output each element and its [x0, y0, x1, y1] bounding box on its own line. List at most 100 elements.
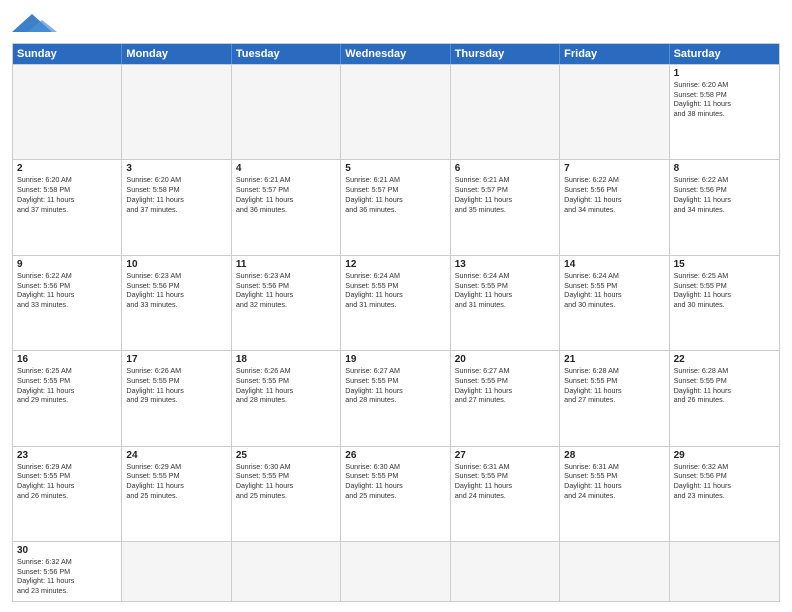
cell-info: Sunrise: 6:28 AM Sunset: 5:55 PM Dayligh… — [674, 366, 775, 405]
calendar-cell-5-1 — [122, 542, 231, 601]
day-number: 9 — [17, 259, 117, 270]
cell-info: Sunrise: 6:31 AM Sunset: 5:55 PM Dayligh… — [564, 462, 664, 501]
cell-info: Sunrise: 6:31 AM Sunset: 5:55 PM Dayligh… — [455, 462, 555, 501]
cell-info: Sunrise: 6:21 AM Sunset: 5:57 PM Dayligh… — [455, 175, 555, 214]
day-number: 15 — [674, 259, 775, 270]
day-number: 12 — [345, 259, 445, 270]
calendar-cell-4-3: 26Sunrise: 6:30 AM Sunset: 5:55 PM Dayli… — [341, 447, 450, 541]
page: SundayMondayTuesdayWednesdayThursdayFrid… — [0, 0, 792, 612]
calendar-row-4: 23Sunrise: 6:29 AM Sunset: 5:55 PM Dayli… — [13, 446, 779, 541]
calendar-cell-1-6: 8Sunrise: 6:22 AM Sunset: 5:56 PM Daylig… — [670, 160, 779, 254]
cell-info: Sunrise: 6:30 AM Sunset: 5:55 PM Dayligh… — [345, 462, 445, 501]
day-number: 25 — [236, 450, 336, 461]
day-number: 10 — [126, 259, 226, 270]
calendar-cell-0-0 — [13, 65, 122, 159]
weekday-header-wednesday: Wednesday — [341, 44, 450, 64]
calendar-cell-5-3 — [341, 542, 450, 601]
day-number: 4 — [236, 163, 336, 174]
cell-info: Sunrise: 6:20 AM Sunset: 5:58 PM Dayligh… — [126, 175, 226, 214]
cell-info: Sunrise: 6:23 AM Sunset: 5:56 PM Dayligh… — [126, 271, 226, 310]
calendar-cell-2-4: 13Sunrise: 6:24 AM Sunset: 5:55 PM Dayli… — [451, 256, 560, 350]
calendar-body: 1Sunrise: 6:20 AM Sunset: 5:58 PM Daylig… — [13, 64, 779, 601]
calendar-cell-1-0: 2Sunrise: 6:20 AM Sunset: 5:58 PM Daylig… — [13, 160, 122, 254]
weekday-header-friday: Friday — [560, 44, 669, 64]
logo-icon — [12, 14, 72, 32]
calendar-cell-4-4: 27Sunrise: 6:31 AM Sunset: 5:55 PM Dayli… — [451, 447, 560, 541]
day-number: 14 — [564, 259, 664, 270]
calendar-cell-3-0: 16Sunrise: 6:25 AM Sunset: 5:55 PM Dayli… — [13, 351, 122, 445]
cell-info: Sunrise: 6:22 AM Sunset: 5:56 PM Dayligh… — [564, 175, 664, 214]
day-number: 27 — [455, 450, 555, 461]
cell-info: Sunrise: 6:24 AM Sunset: 5:55 PM Dayligh… — [455, 271, 555, 310]
calendar-cell-3-6: 22Sunrise: 6:28 AM Sunset: 5:55 PM Dayli… — [670, 351, 779, 445]
calendar-cell-0-1 — [122, 65, 231, 159]
calendar-cell-5-2 — [232, 542, 341, 601]
calendar-cell-4-6: 29Sunrise: 6:32 AM Sunset: 5:56 PM Dayli… — [670, 447, 779, 541]
calendar-row-0: 1Sunrise: 6:20 AM Sunset: 5:58 PM Daylig… — [13, 64, 779, 159]
header — [12, 10, 780, 37]
day-number: 23 — [17, 450, 117, 461]
calendar-row-3: 16Sunrise: 6:25 AM Sunset: 5:55 PM Dayli… — [13, 350, 779, 445]
cell-info: Sunrise: 6:24 AM Sunset: 5:55 PM Dayligh… — [345, 271, 445, 310]
day-number: 22 — [674, 354, 775, 365]
weekday-header-thursday: Thursday — [451, 44, 560, 64]
day-number: 29 — [674, 450, 775, 461]
day-number: 21 — [564, 354, 664, 365]
day-number: 2 — [17, 163, 117, 174]
calendar-cell-3-3: 19Sunrise: 6:27 AM Sunset: 5:55 PM Dayli… — [341, 351, 450, 445]
day-number: 30 — [17, 545, 117, 556]
day-number: 5 — [345, 163, 445, 174]
calendar-cell-1-3: 5Sunrise: 6:21 AM Sunset: 5:57 PM Daylig… — [341, 160, 450, 254]
day-number: 7 — [564, 163, 664, 174]
day-number: 6 — [455, 163, 555, 174]
weekday-header-saturday: Saturday — [670, 44, 779, 64]
calendar-cell-2-6: 15Sunrise: 6:25 AM Sunset: 5:55 PM Dayli… — [670, 256, 779, 350]
cell-info: Sunrise: 6:21 AM Sunset: 5:57 PM Dayligh… — [236, 175, 336, 214]
cell-info: Sunrise: 6:24 AM Sunset: 5:55 PM Dayligh… — [564, 271, 664, 310]
cell-info: Sunrise: 6:23 AM Sunset: 5:56 PM Dayligh… — [236, 271, 336, 310]
day-number: 11 — [236, 259, 336, 270]
cell-info: Sunrise: 6:21 AM Sunset: 5:57 PM Dayligh… — [345, 175, 445, 214]
weekday-header-monday: Monday — [122, 44, 231, 64]
cell-info: Sunrise: 6:29 AM Sunset: 5:55 PM Dayligh… — [17, 462, 117, 501]
cell-info: Sunrise: 6:25 AM Sunset: 5:55 PM Dayligh… — [674, 271, 775, 310]
cell-info: Sunrise: 6:25 AM Sunset: 5:55 PM Dayligh… — [17, 366, 117, 405]
calendar-cell-1-5: 7Sunrise: 6:22 AM Sunset: 5:56 PM Daylig… — [560, 160, 669, 254]
day-number: 20 — [455, 354, 555, 365]
calendar-cell-4-0: 23Sunrise: 6:29 AM Sunset: 5:55 PM Dayli… — [13, 447, 122, 541]
calendar-cell-3-2: 18Sunrise: 6:26 AM Sunset: 5:55 PM Dayli… — [232, 351, 341, 445]
calendar-cell-3-5: 21Sunrise: 6:28 AM Sunset: 5:55 PM Dayli… — [560, 351, 669, 445]
calendar-cell-5-5 — [560, 542, 669, 601]
cell-info: Sunrise: 6:28 AM Sunset: 5:55 PM Dayligh… — [564, 366, 664, 405]
calendar-row-2: 9Sunrise: 6:22 AM Sunset: 5:56 PM Daylig… — [13, 255, 779, 350]
calendar-cell-4-2: 25Sunrise: 6:30 AM Sunset: 5:55 PM Dayli… — [232, 447, 341, 541]
cell-info: Sunrise: 6:26 AM Sunset: 5:55 PM Dayligh… — [236, 366, 336, 405]
logo — [12, 14, 72, 37]
cell-info: Sunrise: 6:27 AM Sunset: 5:55 PM Dayligh… — [455, 366, 555, 405]
calendar-cell-4-1: 24Sunrise: 6:29 AM Sunset: 5:55 PM Dayli… — [122, 447, 231, 541]
calendar-cell-0-4 — [451, 65, 560, 159]
day-number: 19 — [345, 354, 445, 365]
day-number: 13 — [455, 259, 555, 270]
cell-info: Sunrise: 6:20 AM Sunset: 5:58 PM Dayligh… — [17, 175, 117, 214]
calendar-cell-0-5 — [560, 65, 669, 159]
calendar-cell-1-2: 4Sunrise: 6:21 AM Sunset: 5:57 PM Daylig… — [232, 160, 341, 254]
cell-info: Sunrise: 6:20 AM Sunset: 5:58 PM Dayligh… — [674, 80, 775, 119]
day-number: 8 — [674, 163, 775, 174]
day-number: 1 — [674, 68, 775, 79]
calendar-cell-0-6: 1Sunrise: 6:20 AM Sunset: 5:58 PM Daylig… — [670, 65, 779, 159]
calendar-cell-2-2: 11Sunrise: 6:23 AM Sunset: 5:56 PM Dayli… — [232, 256, 341, 350]
cell-info: Sunrise: 6:22 AM Sunset: 5:56 PM Dayligh… — [17, 271, 117, 310]
cell-info: Sunrise: 6:32 AM Sunset: 5:56 PM Dayligh… — [17, 557, 117, 596]
day-number: 3 — [126, 163, 226, 174]
calendar-cell-1-1: 3Sunrise: 6:20 AM Sunset: 5:58 PM Daylig… — [122, 160, 231, 254]
cell-info: Sunrise: 6:26 AM Sunset: 5:55 PM Dayligh… — [126, 366, 226, 405]
day-number: 18 — [236, 354, 336, 365]
calendar: SundayMondayTuesdayWednesdayThursdayFrid… — [12, 43, 780, 602]
cell-info: Sunrise: 6:30 AM Sunset: 5:55 PM Dayligh… — [236, 462, 336, 501]
calendar-cell-2-5: 14Sunrise: 6:24 AM Sunset: 5:55 PM Dayli… — [560, 256, 669, 350]
day-number: 26 — [345, 450, 445, 461]
calendar-cell-0-3 — [341, 65, 450, 159]
calendar-row-1: 2Sunrise: 6:20 AM Sunset: 5:58 PM Daylig… — [13, 159, 779, 254]
calendar-cell-5-6 — [670, 542, 779, 601]
